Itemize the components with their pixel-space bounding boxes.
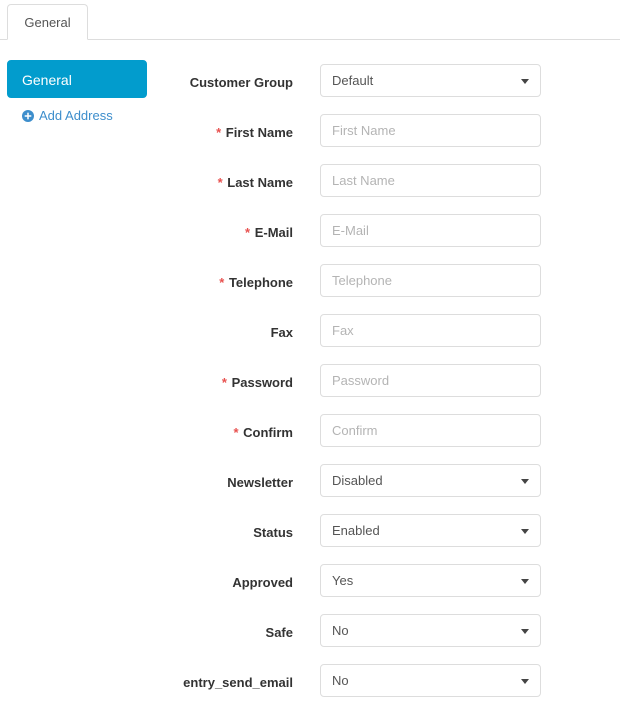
- field-wrapper: Default: [320, 64, 541, 97]
- select-value: Enabled: [332, 523, 380, 538]
- chevron-down-icon: [521, 579, 529, 584]
- form-row: Approved Yes: [0, 562, 620, 612]
- field-wrapper: [320, 264, 541, 297]
- field-wrapper: Disabled: [320, 464, 541, 497]
- field-label-approved: Approved: [0, 575, 293, 592]
- form-row: Customer Group Default: [0, 62, 620, 112]
- field-wrapper: Enabled: [320, 514, 541, 547]
- field-label-safe: Safe: [0, 625, 293, 642]
- field-label-first-name: * First Name: [0, 125, 293, 142]
- select-value: Default: [332, 73, 374, 88]
- field-wrapper: [320, 364, 541, 397]
- field-label-text: Last Name: [227, 175, 293, 190]
- tab-bar: General: [0, 0, 620, 40]
- form-row: * Password: [0, 362, 620, 412]
- input-first-name[interactable]: [320, 114, 541, 147]
- field-label-last-name: * Last Name: [0, 175, 293, 192]
- select-newsletter[interactable]: Disabled: [320, 464, 541, 497]
- field-wrapper: [320, 214, 541, 247]
- form-row: Status Enabled: [0, 512, 620, 562]
- field-wrapper: [320, 114, 541, 147]
- input-email[interactable]: [320, 214, 541, 247]
- chevron-down-icon: [521, 529, 529, 534]
- field-label-text: Safe: [265, 625, 293, 640]
- field-label-entry-send-email: entry_send_email: [0, 675, 293, 692]
- form-row: Newsletter Disabled: [0, 462, 620, 512]
- required-asterisk: *: [219, 275, 225, 290]
- select-entry-send-email[interactable]: No: [320, 664, 541, 697]
- chevron-down-icon: [521, 79, 529, 84]
- input-telephone[interactable]: [320, 264, 541, 297]
- select-safe[interactable]: No: [320, 614, 541, 647]
- select-value: Disabled: [332, 473, 383, 488]
- required-asterisk: *: [245, 225, 251, 240]
- required-asterisk: *: [216, 125, 222, 140]
- field-wrapper: [320, 314, 541, 347]
- field-label-text: Approved: [232, 575, 293, 590]
- field-label-text: E-Mail: [254, 225, 293, 240]
- select-value: No: [332, 623, 349, 638]
- input-password[interactable]: [320, 364, 541, 397]
- customer-general-form: Customer Group Default * First Name *: [0, 62, 620, 712]
- field-wrapper: No: [320, 614, 541, 647]
- required-asterisk: *: [217, 175, 223, 190]
- field-label-newsletter: Newsletter: [0, 475, 293, 492]
- tab-bar-divider: [0, 39, 620, 40]
- field-wrapper: [320, 414, 541, 447]
- field-label-customer-group: Customer Group: [0, 75, 293, 92]
- tab-general[interactable]: General: [7, 4, 88, 40]
- field-wrapper: Yes: [320, 564, 541, 597]
- field-label-text: entry_send_email: [183, 675, 293, 690]
- field-label-text: Customer Group: [189, 75, 293, 90]
- form-row: * Last Name: [0, 162, 620, 212]
- select-status[interactable]: Enabled: [320, 514, 541, 547]
- select-value: Yes: [332, 573, 354, 588]
- field-label-text: First Name: [225, 125, 293, 140]
- field-label-confirm: * Confirm: [0, 425, 293, 442]
- field-label-fax: Fax: [0, 325, 293, 342]
- select-value: No: [332, 673, 349, 688]
- field-label-text: Status: [253, 525, 293, 540]
- form-row: Fax: [0, 312, 620, 362]
- field-label-text: Newsletter: [227, 475, 293, 490]
- field-label-text: Password: [231, 375, 293, 390]
- field-wrapper: No: [320, 664, 541, 697]
- field-label-email: * E-Mail: [0, 225, 293, 242]
- form-row: * E-Mail: [0, 212, 620, 262]
- input-fax[interactable]: [320, 314, 541, 347]
- input-confirm[interactable]: [320, 414, 541, 447]
- field-label-telephone: * Telephone: [0, 275, 293, 292]
- field-label-text: Fax: [270, 325, 293, 340]
- form-row: Safe No: [0, 612, 620, 662]
- input-last-name[interactable]: [320, 164, 541, 197]
- form-row: * Telephone: [0, 262, 620, 312]
- field-label-text: Confirm: [243, 425, 293, 440]
- tab-general-label: General: [24, 14, 71, 30]
- select-customer-group[interactable]: Default: [320, 64, 541, 97]
- required-asterisk: *: [233, 425, 239, 440]
- chevron-down-icon: [521, 479, 529, 484]
- field-wrapper: [320, 164, 541, 197]
- field-label-status: Status: [0, 525, 293, 542]
- select-approved[interactable]: Yes: [320, 564, 541, 597]
- field-label-text: Telephone: [228, 275, 293, 290]
- form-row: * Confirm: [0, 412, 620, 462]
- chevron-down-icon: [521, 629, 529, 634]
- field-label-password: * Password: [0, 375, 293, 392]
- form-row: * First Name: [0, 112, 620, 162]
- required-asterisk: *: [221, 375, 227, 390]
- form-row: entry_send_email No: [0, 662, 620, 712]
- chevron-down-icon: [521, 679, 529, 684]
